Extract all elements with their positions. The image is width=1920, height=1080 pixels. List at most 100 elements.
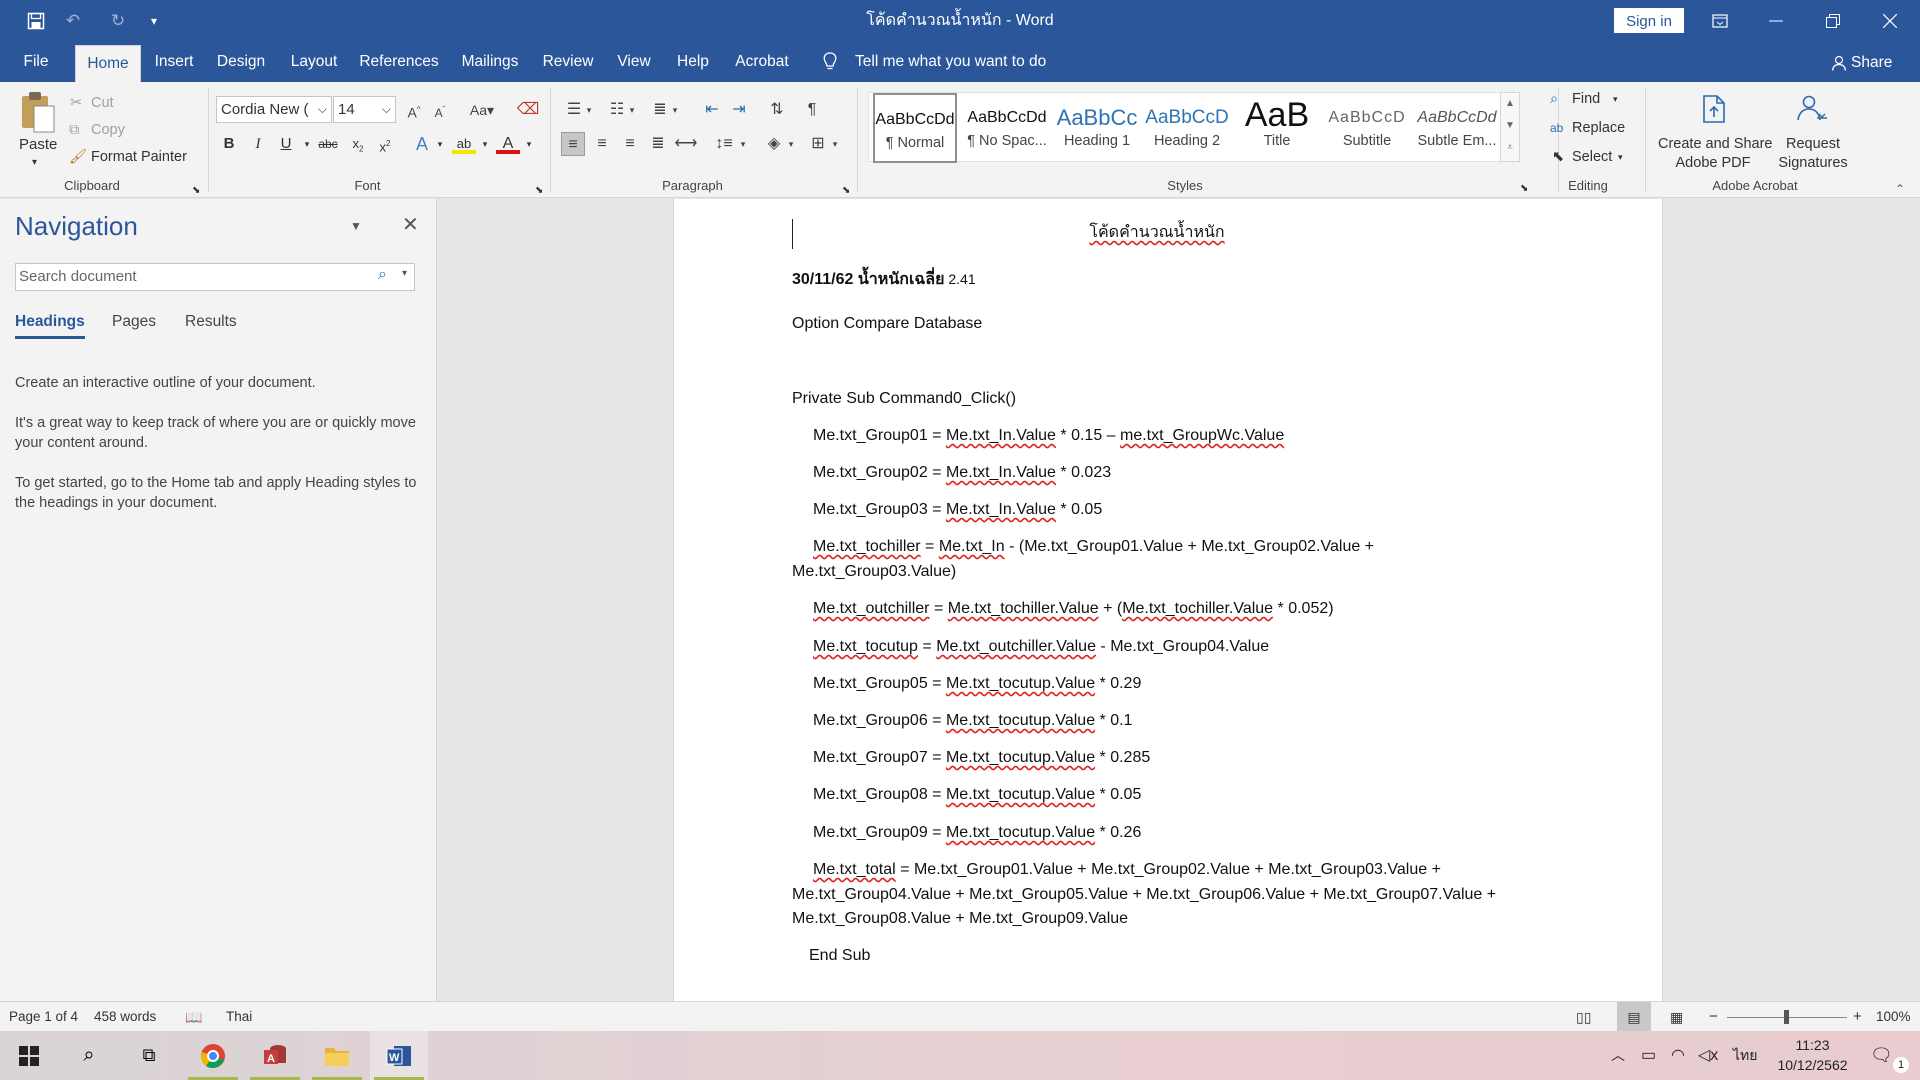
distributed-icon[interactable]: ⟷ bbox=[674, 132, 698, 156]
style-subtitle[interactable]: AaBbCcD Subtitle bbox=[1323, 93, 1411, 163]
nav-tab-results[interactable]: Results bbox=[185, 313, 237, 331]
word-icon[interactable]: W bbox=[370, 1031, 428, 1080]
copy-button[interactable]: Copy bbox=[91, 119, 125, 141]
minimize-icon[interactable] bbox=[1748, 0, 1804, 41]
print-layout-icon[interactable]: ▤ bbox=[1617, 1002, 1651, 1032]
increase-indent-icon[interactable]: ⇥ bbox=[727, 98, 751, 122]
decrease-indent-icon[interactable]: ⇤ bbox=[700, 98, 724, 122]
redo-icon[interactable]: ↻ bbox=[105, 8, 131, 34]
word-count[interactable]: 458 words bbox=[94, 1002, 156, 1032]
tab-mailings[interactable]: Mailings bbox=[455, 41, 525, 82]
file-explorer-icon[interactable] bbox=[308, 1031, 366, 1080]
style-normal[interactable]: AaBbCcDd ¶ Normal bbox=[873, 93, 957, 163]
style-no-spacing[interactable]: AaBbCcDd ¶ No Spac... bbox=[963, 93, 1051, 163]
language-indicator[interactable]: Thai bbox=[226, 1002, 252, 1032]
borders-icon[interactable]: ⊞ bbox=[806, 132, 830, 156]
zoom-in-icon[interactable]: + bbox=[1853, 1002, 1862, 1032]
web-layout-icon[interactable]: ▦ bbox=[1670, 1002, 1683, 1032]
subscript-icon[interactable]: x2 bbox=[346, 132, 370, 156]
style-title[interactable]: AaB Title bbox=[1233, 93, 1321, 163]
wifi-icon[interactable]: ◠ bbox=[1671, 1031, 1685, 1080]
chrome-icon[interactable] bbox=[184, 1031, 242, 1080]
bullets-dropdown-icon[interactable]: ▾ bbox=[584, 98, 594, 122]
close-window-icon[interactable] bbox=[1862, 0, 1918, 41]
tab-file[interactable]: File bbox=[14, 41, 58, 82]
format-painter-button[interactable]: Format Painter bbox=[91, 146, 187, 168]
change-case-icon[interactable]: Aa▾ bbox=[464, 98, 500, 122]
multilevel-list-icon[interactable]: ≣ bbox=[648, 98, 672, 122]
clear-formatting-icon[interactable]: ⌫ bbox=[516, 98, 540, 122]
line-spacing-dropdown-icon[interactable]: ▾ bbox=[738, 132, 748, 156]
style-heading-2[interactable]: AaBbCcD Heading 2 bbox=[1143, 93, 1231, 163]
line-spacing-icon[interactable]: ↕≡ bbox=[712, 132, 736, 156]
cut-button[interactable]: Cut bbox=[91, 92, 114, 114]
paste-dropdown-icon[interactable]: ▾ bbox=[32, 152, 37, 174]
battery-icon[interactable]: ▭ bbox=[1641, 1031, 1656, 1080]
tab-home[interactable]: Home bbox=[75, 45, 141, 82]
highlight-dropdown-icon[interactable]: ▾ bbox=[473, 132, 497, 156]
text-effects-dropdown-icon[interactable]: ▾ bbox=[428, 132, 452, 156]
restore-icon[interactable] bbox=[1805, 0, 1861, 41]
select-dropdown-icon[interactable]: ▾ bbox=[1618, 146, 1623, 168]
volume-mute-icon[interactable]: ◁x bbox=[1698, 1031, 1718, 1080]
italic-icon[interactable]: I bbox=[246, 132, 270, 156]
undo-icon[interactable]: ↶ bbox=[60, 8, 86, 34]
share-button[interactable]: Share bbox=[1851, 41, 1892, 82]
task-view-icon[interactable]: ⧉ bbox=[120, 1031, 178, 1080]
tab-insert[interactable]: Insert bbox=[150, 41, 198, 82]
select-button[interactable]: Select bbox=[1572, 146, 1612, 168]
tab-design[interactable]: Design bbox=[214, 41, 268, 82]
paste-button[interactable]: Paste bbox=[19, 134, 57, 156]
zoom-slider-thumb[interactable] bbox=[1784, 1010, 1789, 1024]
start-icon[interactable] bbox=[0, 1031, 58, 1080]
zoom-out-icon[interactable]: − bbox=[1709, 1002, 1718, 1032]
styles-launcher-icon[interactable]: ⬊ bbox=[1520, 178, 1528, 200]
bullets-icon[interactable]: ☰ bbox=[562, 98, 586, 122]
read-mode-icon[interactable]: ▯▯ bbox=[1576, 1002, 1591, 1032]
align-left-icon[interactable]: ≡ bbox=[561, 132, 585, 156]
nav-tab-pages[interactable]: Pages bbox=[112, 313, 156, 331]
search-icon[interactable]: ⌕ bbox=[378, 266, 387, 284]
align-center-icon[interactable]: ≡ bbox=[590, 132, 614, 156]
notification-icon[interactable]: 🗨 bbox=[1870, 1031, 1893, 1080]
paste-icon[interactable] bbox=[18, 90, 58, 140]
borders-dropdown-icon[interactable]: ▾ bbox=[830, 132, 840, 156]
find-button[interactable]: Find bbox=[1572, 88, 1600, 110]
clock[interactable]: 11:23 10/12/2562 bbox=[1770, 1031, 1855, 1080]
tab-help[interactable]: Help bbox=[671, 41, 715, 82]
search-dropdown-icon[interactable]: ▾ bbox=[402, 268, 407, 279]
customize-icon[interactable]: ▾ bbox=[141, 8, 167, 34]
font-size-select[interactable]: 14 ⌵ bbox=[333, 96, 396, 123]
show-formatting-icon[interactable]: ¶ bbox=[800, 98, 824, 122]
page-count[interactable]: Page 1 of 4 bbox=[9, 1002, 78, 1032]
nav-options-icon[interactable]: ▼ bbox=[350, 219, 362, 233]
ribbon-display-icon[interactable] bbox=[1692, 0, 1748, 41]
font-color-dropdown-icon[interactable]: ▾ bbox=[517, 132, 541, 156]
sort-icon[interactable]: ⇅ bbox=[765, 98, 789, 122]
font-name-select[interactable]: Cordia New ( ⌵ bbox=[216, 96, 332, 123]
shading-dropdown-icon[interactable]: ▾ bbox=[786, 132, 796, 156]
collapse-ribbon-icon[interactable]: ⌃ bbox=[1895, 178, 1905, 200]
search-icon[interactable]: ⌕ bbox=[60, 1031, 118, 1080]
access-icon[interactable]: A bbox=[246, 1031, 304, 1080]
show-hidden-icons[interactable]: ︿ bbox=[1611, 1031, 1625, 1080]
close-icon[interactable]: ✕ bbox=[402, 212, 419, 237]
tab-acrobat[interactable]: Acrobat bbox=[730, 41, 794, 82]
align-right-icon[interactable]: ≡ bbox=[618, 132, 642, 156]
more-styles-icon[interactable]: ⩡ bbox=[1501, 137, 1519, 159]
signatures-label[interactable]: Signatures bbox=[1768, 152, 1858, 174]
tell-me-input[interactable]: Tell me what you want to do bbox=[855, 41, 1046, 82]
shrink-font-icon[interactable]: Aˇ bbox=[428, 98, 452, 122]
scroll-down-icon[interactable]: ▼ bbox=[1501, 115, 1519, 137]
multilevel-dropdown-icon[interactable]: ▾ bbox=[670, 98, 680, 122]
document-page[interactable]: โค้ดคำนวณน้ำหนัก 30/11/62 น้ำหนักเฉลี่ย … bbox=[673, 199, 1663, 1001]
search-input[interactable]: Search document bbox=[15, 263, 415, 291]
justify-icon[interactable]: ≣ bbox=[646, 132, 670, 156]
tab-review[interactable]: Review bbox=[540, 41, 596, 82]
bold-icon[interactable]: B bbox=[217, 132, 241, 156]
style-heading-1[interactable]: AaBbCc Heading 1 bbox=[1053, 93, 1141, 163]
numbering-dropdown-icon[interactable]: ▾ bbox=[627, 98, 637, 122]
tab-references[interactable]: References bbox=[358, 41, 440, 82]
nav-tab-headings[interactable]: Headings bbox=[15, 313, 85, 339]
find-dropdown-icon[interactable]: ▾ bbox=[1613, 88, 1618, 110]
